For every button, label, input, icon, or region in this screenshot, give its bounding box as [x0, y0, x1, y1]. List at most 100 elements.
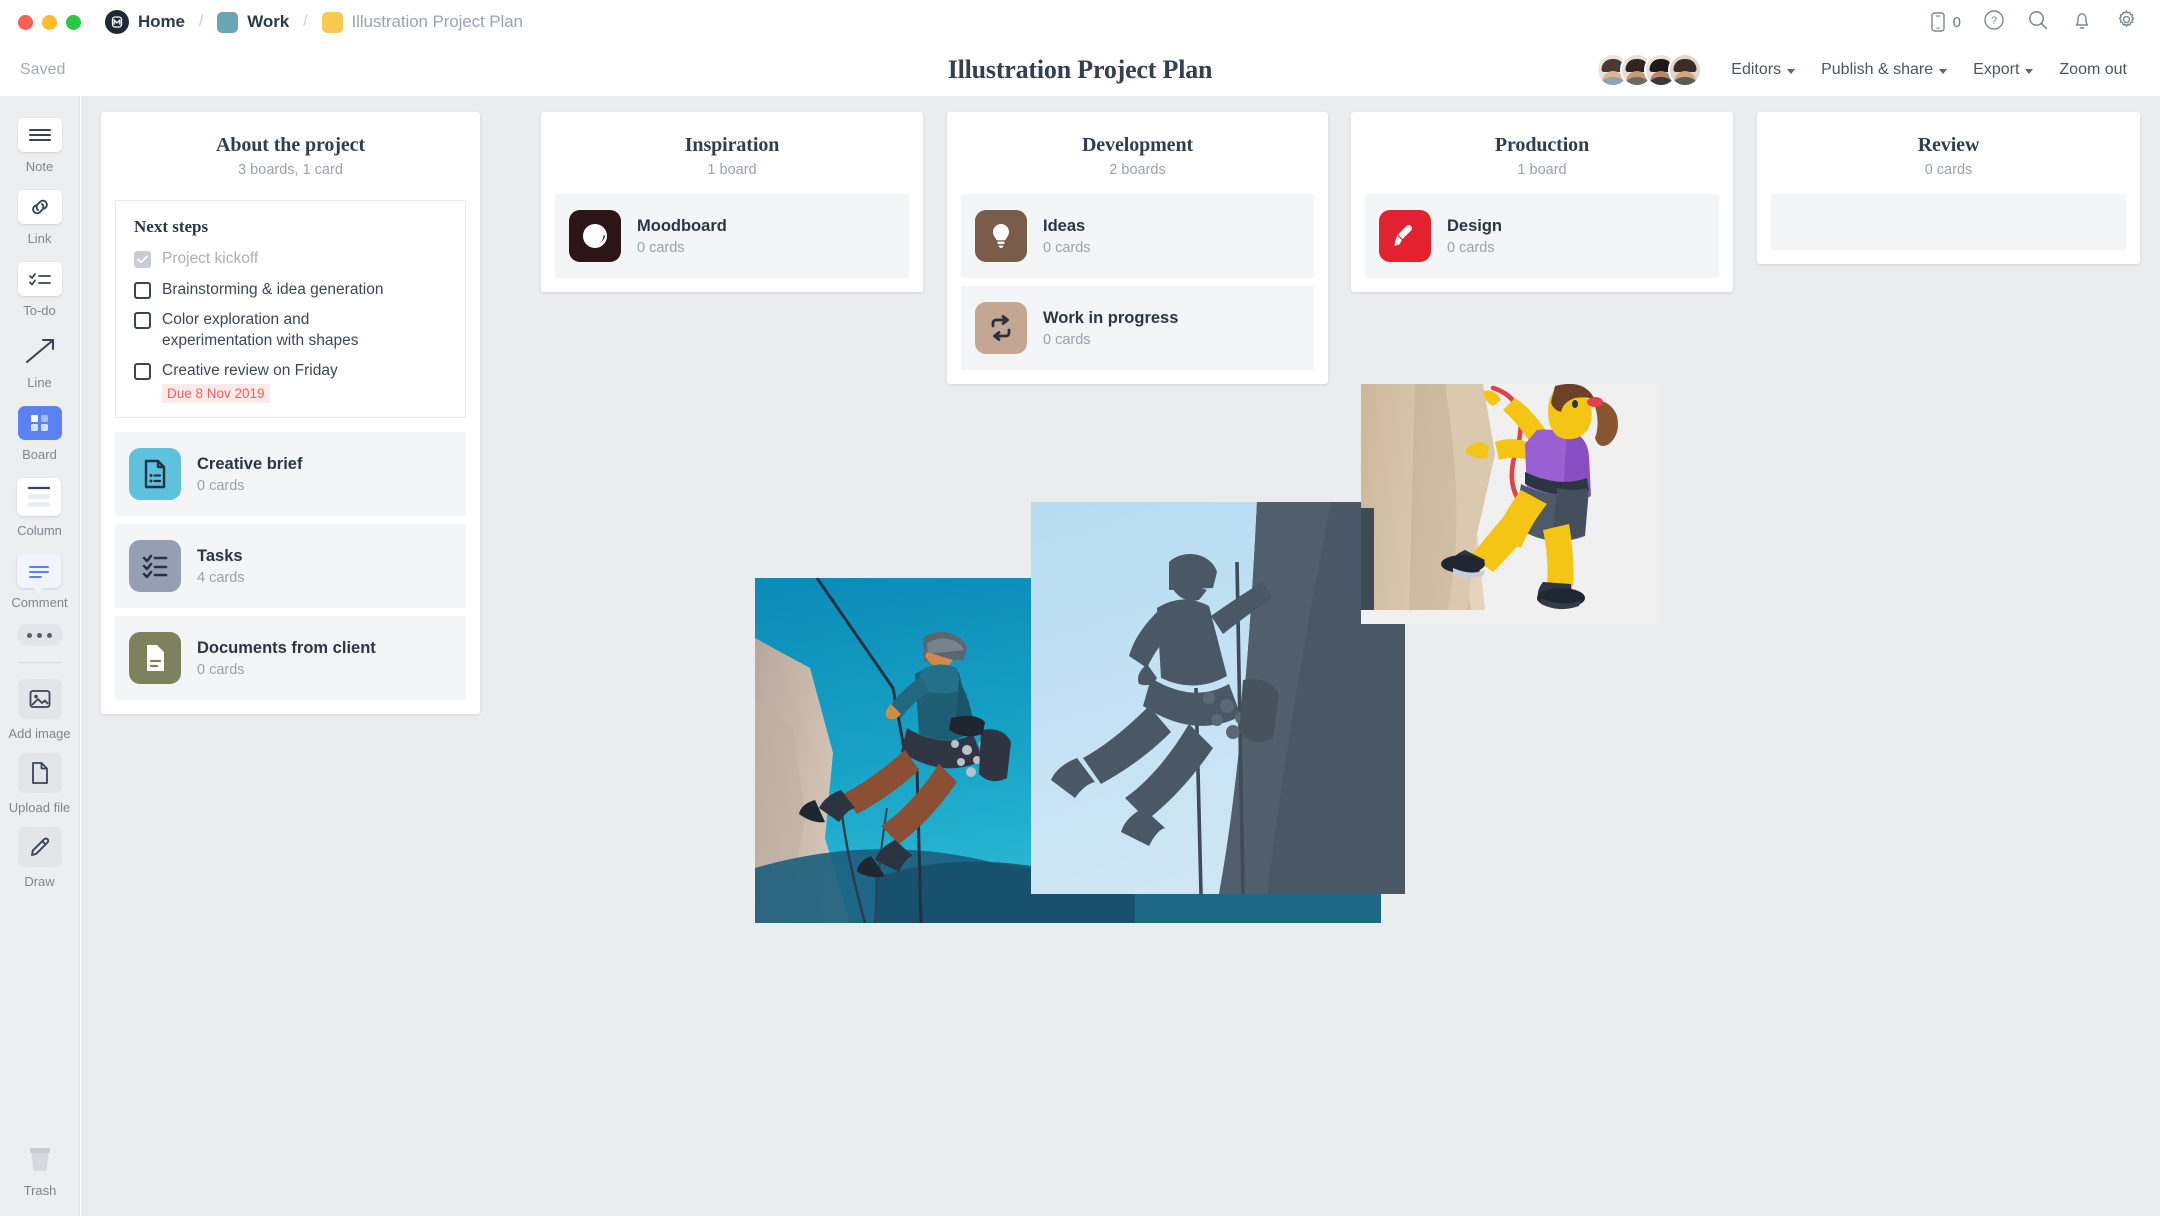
tool-trash-label: Trash — [24, 1183, 57, 1198]
checklist-icon — [129, 540, 181, 592]
svg-text:?: ? — [1991, 15, 1997, 27]
search-icon[interactable] — [2027, 9, 2049, 36]
image-icon — [18, 679, 62, 719]
tool-trash[interactable]: Trash — [0, 1142, 80, 1198]
zoom-out-button[interactable]: Zoom out — [2046, 55, 2140, 85]
breadcrumb-label-home: Home — [138, 12, 185, 32]
highlighter-pen-icon — [1379, 210, 1431, 262]
column-development[interactable]: Development 2 boards Ideas 0 cards Work … — [947, 112, 1328, 384]
yellow-square-icon — [322, 12, 343, 33]
column-inspiration[interactable]: Inspiration 1 board Moodboard 0 cards — [541, 112, 923, 292]
close-window-button[interactable] — [18, 15, 33, 30]
toolbar-divider — [18, 662, 62, 663]
note-icon — [18, 118, 62, 152]
lightbulb-icon — [975, 210, 1027, 262]
titlebar-actions: 0 ? — [1928, 8, 2138, 36]
column-subtitle: 1 board — [1363, 162, 1721, 178]
mobile-icon[interactable]: 0 — [1928, 11, 1961, 33]
breadcrumb-item-home[interactable]: Home — [105, 10, 185, 34]
link-icon — [18, 190, 62, 224]
column-header: Inspiration 1 board — [541, 112, 923, 194]
empty-drop-slot[interactable] — [1771, 194, 2126, 250]
column-header: Production 1 board — [1351, 112, 1733, 194]
column-about-the-project[interactable]: About the project 3 boards, 1 card Next … — [101, 112, 480, 714]
breadcrumb-item-current[interactable]: Illustration Project Plan — [322, 12, 523, 33]
editor-avatars[interactable] — [1596, 53, 1702, 87]
tool-board[interactable]: Board — [18, 406, 62, 462]
maximize-window-button[interactable] — [66, 15, 81, 30]
tool-note[interactable]: Note — [18, 118, 62, 174]
breadcrumb-label-work: Work — [247, 12, 289, 32]
tool-add-image[interactable]: Add image — [8, 679, 70, 741]
board-item-creative-brief[interactable]: Creative brief 0 cards — [115, 432, 466, 516]
avatar[interactable] — [1668, 53, 1702, 87]
checkbox-icon[interactable] — [134, 282, 151, 299]
todo-label: Creative review on Friday — [162, 361, 338, 382]
teal-square-icon — [217, 12, 238, 33]
more-tools-button[interactable] — [17, 624, 63, 646]
checkbox-checked-icon[interactable] — [134, 251, 151, 268]
board-item-design[interactable]: Design 0 cards — [1365, 194, 1719, 278]
board-card-count: 0 cards — [637, 240, 727, 256]
tool-link[interactable]: Link — [18, 190, 62, 246]
climber-silhouette-photo[interactable] — [1031, 502, 1405, 894]
window-controls[interactable] — [18, 15, 81, 30]
climber-illustration[interactable] — [1361, 384, 1661, 624]
board-item-work-in-progress[interactable]: Work in progress 0 cards — [961, 286, 1314, 370]
tool-todo[interactable]: To-do — [18, 262, 62, 318]
note-card-next-steps[interactable]: Next steps Project kickoff Brainstorming… — [115, 200, 466, 418]
checkbox-icon[interactable] — [134, 312, 151, 329]
column-review[interactable]: Review 0 cards — [1757, 112, 2140, 264]
board-name: Design — [1447, 217, 1502, 235]
column-header: Development 2 boards — [947, 112, 1328, 194]
board-item-text: Tasks 4 cards — [197, 547, 245, 586]
column-subtitle: 2 boards — [959, 162, 1316, 178]
board-name: Moodboard — [637, 217, 727, 235]
board-item-text: Design 0 cards — [1447, 217, 1502, 256]
zoom-out-label: Zoom out — [2059, 61, 2127, 79]
tool-comment-label: Comment — [11, 595, 67, 610]
tool-note-label: Note — [26, 159, 53, 174]
tool-draw[interactable]: Draw — [18, 827, 62, 889]
more-horizontal-icon — [17, 624, 63, 646]
board-item-documents-from-client[interactable]: Documents from client 0 cards — [115, 616, 466, 700]
board-item-tasks[interactable]: Tasks 4 cards — [115, 524, 466, 608]
moon-circle-icon — [569, 210, 621, 262]
board-card-count: 0 cards — [197, 478, 302, 494]
todo-item[interactable]: Project kickoff — [134, 249, 447, 270]
board-canvas[interactable]: 0 Unsorted About the project 3 boards, 1… — [81, 96, 2160, 1216]
tool-comment[interactable]: Comment — [11, 554, 67, 610]
notifications-icon[interactable] — [2071, 9, 2093, 36]
due-date-badge: Due 8 Nov 2019 — [162, 384, 270, 403]
publish-share-button[interactable]: Publish & share — [1808, 55, 1960, 85]
checkbox-icon[interactable] — [134, 363, 151, 380]
board-card-count: 0 cards — [1447, 240, 1502, 256]
pencil-icon — [18, 827, 62, 867]
board-name: Creative brief — [197, 455, 302, 473]
note-title: Next steps — [134, 217, 447, 237]
todo-label: Brainstorming & idea generation — [162, 280, 383, 301]
tool-upload-file[interactable]: Upload file — [9, 753, 70, 815]
column-production[interactable]: Production 1 board Design 0 cards — [1351, 112, 1733, 292]
trash-icon — [18, 1142, 62, 1176]
todo-item[interactable]: Brainstorming & idea generation — [134, 280, 447, 301]
board-card-count: 0 cards — [197, 662, 376, 678]
device-count: 0 — [1953, 14, 1961, 31]
tool-board-label: Board — [22, 447, 57, 462]
board-item-ideas[interactable]: Ideas 0 cards — [961, 194, 1314, 278]
help-icon[interactable]: ? — [1983, 9, 2005, 36]
board-icon — [18, 406, 62, 440]
tool-column[interactable]: Column — [17, 478, 62, 538]
todo-item[interactable]: Color exploration and experimentation wi… — [134, 310, 447, 351]
todo-item[interactable]: Creative review on Friday — [134, 361, 447, 382]
export-button[interactable]: Export — [1960, 55, 2046, 85]
board-item-moodboard[interactable]: Moodboard 0 cards — [555, 194, 909, 278]
column-title: Review — [1769, 134, 2128, 157]
minimize-window-button[interactable] — [42, 15, 57, 30]
tool-column-label: Column — [17, 523, 62, 538]
settings-icon[interactable] — [2115, 8, 2138, 36]
breadcrumb-item-work[interactable]: Work — [217, 12, 289, 33]
editors-button[interactable]: Editors — [1718, 55, 1808, 85]
tool-line[interactable]: Line — [18, 334, 62, 390]
breadcrumb-label-current: Illustration Project Plan — [352, 12, 523, 32]
